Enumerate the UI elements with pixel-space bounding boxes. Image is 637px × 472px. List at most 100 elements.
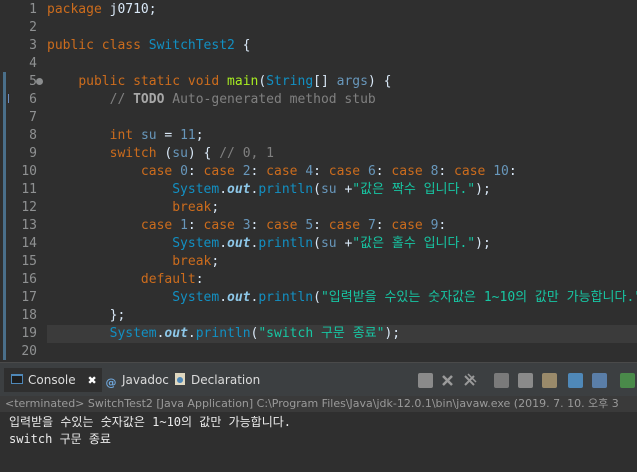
code-line[interactable] [47,109,637,127]
code-line[interactable]: System.out.println(su +"값은 짝수 입니다."); [47,181,637,199]
change-marker [3,72,6,360]
code-token: void [187,74,220,89]
code-line[interactable]: System.out.println("입력받을 수있는 숫자값은 1~10의 … [47,289,637,307]
code-token: . [187,326,196,341]
code-token: System [172,182,220,197]
code-token: case [328,164,361,179]
line-number: 15 [21,254,37,269]
code-token: break [172,200,212,215]
code-line[interactable]: switch (su) { // 0, 1 [47,145,637,163]
code-token: : [438,164,455,179]
code-line[interactable] [47,19,637,37]
code-token: case [328,218,361,233]
code-token: ( [156,146,173,161]
line-number: 20 [21,344,37,359]
code-token: println [258,182,314,197]
terminate-icon[interactable] [418,373,433,388]
tab-declaration-label: Declaration [191,373,261,387]
tab-javadoc[interactable]: @ Javadoc [104,368,169,392]
code-token: : [508,164,517,179]
code-editor[interactable]: 1 2 3 4 5 6 7 8 9 10 11 12 13 14 15 16 17 18 19 20 package … [0,0,637,362]
code-line[interactable]: // TODO Auto-generated method stub [47,91,637,109]
code-area[interactable]: package j0710; public class SwitchTest2 {… [47,0,637,362]
tab-console[interactable]: Console ✖ [4,368,102,392]
code-token: ( [313,236,321,251]
code-line[interactable] [47,343,637,361]
code-line[interactable]: }; [47,307,637,325]
code-token: SwitchTest2 [148,38,235,53]
code-token: su [320,182,337,197]
code-line[interactable]: public static void main(String[] args) { [47,73,637,91]
console-process-label: <terminated> SwitchTest2 [Java Applicati… [0,396,637,412]
code-line[interactable]: break; [47,253,637,271]
clear-console-icon[interactable] [494,373,509,388]
tab-declaration[interactable]: Declaration [173,368,260,392]
code-line[interactable]: package j0710; [47,1,637,19]
scroll-lock-icon[interactable] [518,373,533,388]
tab-javadoc-label: Javadoc [122,373,169,387]
code-token: out [227,236,251,251]
code-token: ) { [367,74,392,89]
console-view[interactable]: <terminated> SwitchTest2 [Java Applicati… [0,396,637,472]
code-line[interactable]: System.out.println("switch 구문 종료"); [47,325,637,343]
console-output-line: 입력받을 수있는 숫자값은 1~10의 값만 가능합니다. [9,415,292,429]
code-token: Auto-generated method stub [164,92,376,107]
code-token: : [375,164,392,179]
code-token: "값은 짝수 입니다." [352,182,476,197]
code-token: case [266,164,298,179]
code-line[interactable] [47,55,637,73]
code-token: ); [475,236,491,251]
code-token: static [133,74,181,89]
code-line[interactable]: default: [47,271,637,289]
code-token: case [391,218,423,233]
code-line[interactable]: case 1: case 3: case 5: case 7: case 9: [47,217,637,235]
code-line[interactable]: int su = 11; [47,127,637,145]
code-token: : [187,218,204,233]
code-token: args [336,74,368,89]
code-token: out [227,182,251,197]
code-line[interactable]: System.out.println(su +"값은 홀수 입니다."); [47,235,637,253]
remove-all-terminated-icon[interactable] [462,373,477,388]
line-number: 16 [21,272,37,287]
fold-toggle-icon[interactable] [36,78,43,85]
line-number: 12 [21,200,37,215]
code-token: 11 [180,128,196,143]
pin-console-icon[interactable] [568,373,583,388]
code-token: su [320,236,337,251]
code-token: // [109,92,134,107]
code-token: . [219,290,228,305]
code-token: case [266,218,298,233]
open-console-icon[interactable] [620,373,635,388]
display-selected-console-icon[interactable] [592,373,607,388]
code-token: 0 [180,164,188,179]
code-token: public [78,74,126,89]
line-number: 3 [29,38,37,53]
code-token: System [109,326,157,341]
code-token: // 0, 1 [219,146,275,161]
code-token: case [140,164,173,179]
line-number-ruler: 1 2 3 4 5 6 7 8 9 10 11 12 13 14 15 16 17 18 19 20 [9,0,42,362]
code-line[interactable]: case 0: case 2: case 4: case 6: case 8: … [47,163,637,181]
code-line[interactable]: break; [47,199,637,217]
code-token: 7 [367,218,376,233]
word-wrap-icon[interactable] [542,373,557,388]
remove-launch-icon[interactable] [440,373,455,388]
code-token: out [227,290,251,305]
code-token: case [391,164,423,179]
close-icon[interactable]: ✖ [87,374,96,387]
line-number: 9 [29,146,37,161]
code-token: [] [313,74,337,89]
code-line[interactable]: public class SwitchTest2 { [47,37,637,55]
